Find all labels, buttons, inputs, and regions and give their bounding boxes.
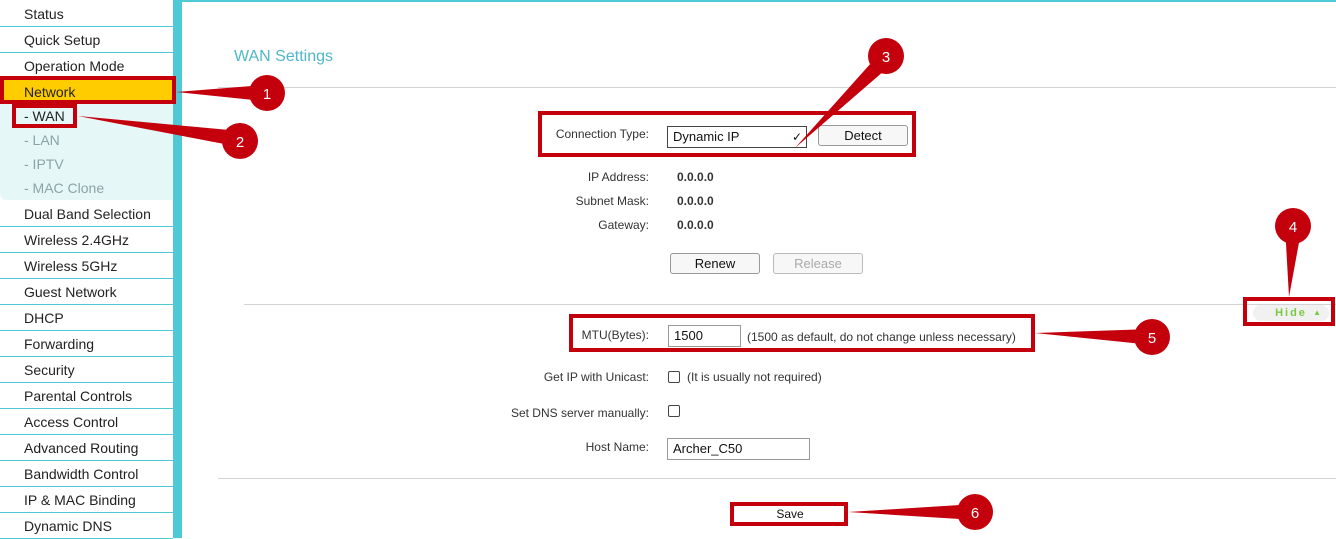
sidebar-item-parental-controls[interactable]: Parental Controls bbox=[0, 384, 173, 409]
divider-middle bbox=[244, 304, 1336, 305]
sidebar-item-status[interactable]: Status bbox=[0, 2, 173, 27]
pointer-6 bbox=[848, 504, 976, 520]
svg-text:1: 1 bbox=[263, 86, 271, 103]
sidebar-item-dynamic-dns[interactable]: Dynamic DNS bbox=[0, 514, 173, 539]
submenu-item-mac-clone[interactable]: - MAC Clone bbox=[0, 176, 173, 200]
badge-5: 5 bbox=[1134, 319, 1170, 355]
svg-text:2: 2 bbox=[236, 134, 244, 151]
annotation-box-connection-type bbox=[538, 111, 916, 157]
ip-address-label: IP Address: bbox=[587, 170, 649, 184]
page-title: WAN Settings bbox=[234, 48, 333, 65]
subnet-mask-label: Subnet Mask: bbox=[575, 194, 649, 208]
annotation-box-hide bbox=[1243, 297, 1335, 326]
unicast-checkbox[interactable] bbox=[668, 371, 680, 383]
svg-text:6: 6 bbox=[971, 505, 979, 522]
annotation-box-save bbox=[730, 502, 848, 526]
sidebar-item-guest-network[interactable]: Guest Network bbox=[0, 280, 173, 305]
svg-text:5: 5 bbox=[1148, 330, 1156, 347]
ip-address-value: 0.0.0.0 bbox=[677, 170, 714, 184]
host-name-label: Host Name: bbox=[585, 440, 649, 454]
sidebar-item-bandwidth-control[interactable]: Bandwidth Control bbox=[0, 462, 173, 487]
unicast-note: (It is usually not required) bbox=[687, 370, 822, 384]
sidebar-item-dhcp[interactable]: DHCP bbox=[0, 306, 173, 331]
top-border-line bbox=[182, 0, 1336, 2]
sidebar-item-dual-band-selection[interactable]: Dual Band Selection bbox=[0, 202, 173, 227]
divider-bottom bbox=[218, 478, 1336, 479]
annotation-box-mtu bbox=[569, 314, 1035, 352]
pointer-4 bbox=[1285, 226, 1302, 297]
sidebar-item-ip-mac-binding[interactable]: IP & MAC Binding bbox=[0, 488, 173, 513]
sidebar-item-wireless-24ghz[interactable]: Wireless 2.4GHz bbox=[0, 228, 173, 253]
badge-4: 4 bbox=[1275, 208, 1311, 244]
sidebar-item-advanced-routing[interactable]: Advanced Routing bbox=[0, 436, 173, 461]
annotation-box-wan bbox=[12, 104, 77, 128]
release-button[interactable]: Release bbox=[773, 253, 863, 274]
gateway-label: Gateway: bbox=[598, 218, 649, 232]
renew-button[interactable]: Renew bbox=[670, 253, 760, 274]
dns-manual-checkbox[interactable] bbox=[668, 405, 680, 417]
submenu-item-lan[interactable]: - LAN bbox=[0, 128, 173, 152]
badge-3: 3 bbox=[868, 38, 904, 74]
unicast-label: Get IP with Unicast: bbox=[543, 370, 649, 384]
annotation-box-network bbox=[0, 76, 176, 104]
badge-1: 1 bbox=[249, 75, 285, 111]
dns-manual-label: Set DNS server manually: bbox=[510, 406, 649, 420]
gateway-value: 0.0.0.0 bbox=[677, 218, 714, 232]
svg-text:4: 4 bbox=[1289, 219, 1297, 236]
subnet-mask-value: 0.0.0.0 bbox=[677, 194, 714, 208]
host-name-input[interactable]: Archer_C50 bbox=[667, 438, 810, 460]
sidebar-item-forwarding[interactable]: Forwarding bbox=[0, 332, 173, 357]
sidebar-item-quick-setup[interactable]: Quick Setup bbox=[0, 28, 173, 53]
sidebar-item-security[interactable]: Security bbox=[0, 358, 173, 383]
badge-2: 2 bbox=[222, 123, 258, 159]
submenu-item-iptv[interactable]: - IPTV bbox=[0, 152, 173, 176]
sidebar-item-wireless-5ghz[interactable]: Wireless 5GHz bbox=[0, 254, 173, 279]
divider-top bbox=[218, 87, 1336, 88]
badge-6: 6 bbox=[957, 494, 993, 530]
sidebar-item-access-control[interactable]: Access Control bbox=[0, 410, 173, 435]
svg-text:3: 3 bbox=[882, 49, 890, 66]
pointer-5 bbox=[1035, 329, 1152, 345]
